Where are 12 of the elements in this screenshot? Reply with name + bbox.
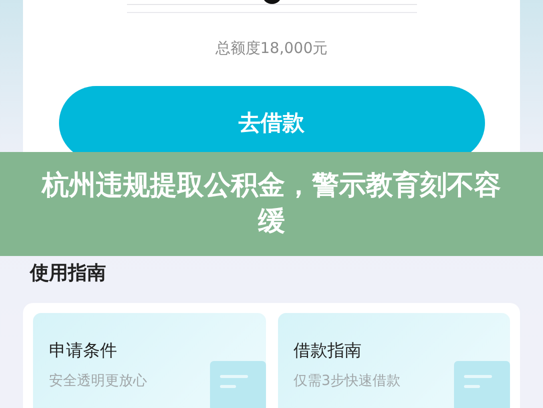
guide-tile[interactable]: 申请条件 安全透明更放心 [33,313,266,408]
document-icon [454,361,510,408]
document-icon [210,361,266,408]
tile-title: 借款指南 [294,340,362,362]
tile-title: 申请条件 [49,340,118,362]
section-title: 使用指南 [30,261,107,286]
total-limit: 总额度18,000元 [215,39,328,58]
headline: 杭州违规提取公积金，警示教育刻不容缓 [40,169,502,239]
tile-subtitle: 仅需3步快速借款 [294,372,402,390]
tile-subtitle: 安全透明更放心 [49,372,148,390]
amount-slider[interactable] [126,0,416,13]
guide-tile[interactable]: 借款指南 仅需3步快速借款 [278,313,510,408]
